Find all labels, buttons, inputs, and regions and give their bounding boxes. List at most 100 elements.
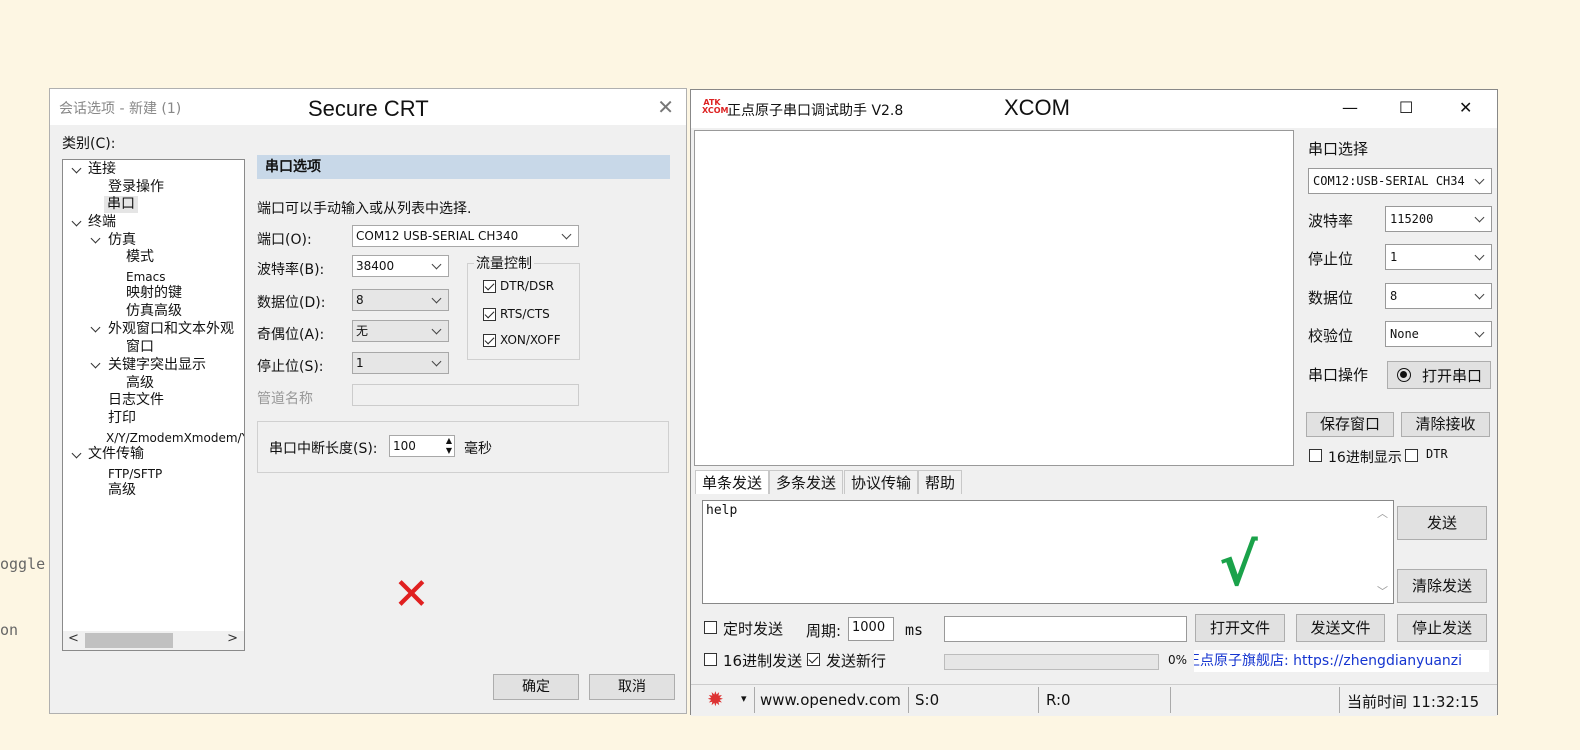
tree-item-connection[interactable]: 连接 <box>88 161 116 178</box>
tab-single-send[interactable]: 单条发送 <box>695 470 770 494</box>
send-button[interactable]: 发送 <box>1397 506 1487 540</box>
tree-item-emulation[interactable]: 仿真 <box>108 232 136 249</box>
tree-item-log-file[interactable]: 日志文件 <box>108 392 164 409</box>
scroll-left-icon[interactable]: < <box>68 631 79 646</box>
chevron-down-icon <box>431 293 442 304</box>
scroll-down-icon[interactable]: ﹀ <box>1377 583 1388 599</box>
scroll-right-icon[interactable]: > <box>227 631 238 646</box>
tree-item-advanced-2[interactable]: 高级 <box>108 482 136 499</box>
flow-control-group: 流量控制 DTR/DSR RTS/CTS XON/XOFF <box>467 253 580 360</box>
hex-display-checkbox[interactable] <box>1309 449 1322 462</box>
green-check-mark: √ <box>1219 531 1258 599</box>
parity-select[interactable]: 无 <box>352 320 449 342</box>
maximize-icon[interactable]: ☐ <box>1399 98 1413 117</box>
ok-button[interactable]: 确定 <box>493 674 579 700</box>
tree-item-xyzmodem[interactable]: X/Y/ZmodemXmodem/Y <box>106 430 244 447</box>
xcom-titlebar: ATK XCOM 正点原子串口调试助手 V2.8 XCOM — ☐ ✕ <box>691 90 1497 128</box>
gear-icon[interactable]: ✹ <box>707 687 724 711</box>
background-text-fragment: oggle <box>0 555 46 573</box>
scrollbar-thumb[interactable] <box>85 633 173 648</box>
databit-select[interactable]: 8 <box>1385 283 1492 309</box>
red-x-mark: ✕ <box>393 569 430 620</box>
chevron-down-icon[interactable] <box>71 216 82 227</box>
sent-count: S:0 <box>915 691 940 709</box>
tree-item-appearance[interactable]: 外观窗口和文本外观 <box>108 321 234 338</box>
com-port-select[interactable]: COM12:USB-SERIAL CH34 <box>1308 168 1492 194</box>
period-input[interactable]: 1000 <box>848 617 894 641</box>
baud-value: 38400 <box>356 259 395 273</box>
dtr-dsr-checkbox[interactable] <box>483 280 496 293</box>
com-port-value: COM12:USB-SERIAL CH34 <box>1313 174 1465 188</box>
hex-send-checkbox[interactable] <box>704 653 717 666</box>
chevron-down-icon[interactable] <box>90 233 101 244</box>
website-link[interactable]: www.openedv.com <box>760 691 901 709</box>
rts-cts-checkbox[interactable] <box>483 308 496 321</box>
tree-item-mapped-keys[interactable]: 映射的键 <box>126 285 182 302</box>
tree-item-logon-actions[interactable]: 登录操作 <box>108 179 164 196</box>
databit-label: 数据位 <box>1308 289 1354 307</box>
receive-area[interactable] <box>694 130 1294 466</box>
category-tree[interactable]: 连接 登录操作 串口 终端 仿真 模式 Emacs 映射的键 仿真高级 外观窗口… <box>62 159 245 651</box>
hex-display-label: 16进制显示 <box>1328 450 1402 466</box>
dtr-checkbox[interactable] <box>1405 449 1418 462</box>
tree-item-advanced[interactable]: 高级 <box>126 375 154 392</box>
close-icon[interactable]: ✕ <box>1459 98 1472 117</box>
chevron-down-icon[interactable] <box>90 322 101 333</box>
stop-send-button[interactable]: 停止发送 <box>1397 614 1487 642</box>
dropdown-arrow-icon[interactable]: ▾ <box>741 692 747 705</box>
tree-item-serial[interactable]: 串口 <box>104 196 138 213</box>
tree-item-keyword-highlighting[interactable]: 关键字突出显示 <box>108 357 206 374</box>
file-path-input[interactable] <box>944 616 1187 642</box>
tab-multi-send[interactable]: 多条发送 <box>769 470 844 494</box>
cancel-button[interactable]: 取消 <box>589 674 675 700</box>
section-header: 串口选项 <box>257 155 670 179</box>
tree-item-printing[interactable]: 打印 <box>108 410 136 427</box>
tree-item-emacs[interactable]: Emacs <box>126 269 165 286</box>
stopbits-label: 停止位(S): <box>257 359 324 375</box>
pipe-name-input[interactable] <box>352 384 579 406</box>
chevron-down-icon[interactable] <box>71 448 82 459</box>
store-link[interactable]: 正点原子旗舰店: https://zhengdianyuanzi <box>1194 650 1489 672</box>
tree-item-emulation-advanced[interactable]: 仿真高级 <box>126 303 182 320</box>
tab-help[interactable]: 帮助 <box>918 470 963 494</box>
stopbit-select[interactable]: 1 <box>1385 244 1492 270</box>
tree-item-terminal[interactable]: 终端 <box>88 214 116 231</box>
port-value: COM12 USB-SERIAL CH340 <box>356 229 519 243</box>
baud-select[interactable]: 115200 <box>1385 206 1492 232</box>
minimize-icon[interactable]: — <box>1342 98 1358 117</box>
stopbits-select[interactable]: 1 <box>352 352 449 374</box>
open-port-label: 打开串口 <box>1422 367 1483 385</box>
chevron-down-icon[interactable] <box>90 358 101 369</box>
scroll-up-icon[interactable]: ︿ <box>1377 505 1388 521</box>
tab-protocol-transfer[interactable]: 协议传输 <box>844 470 919 494</box>
send-text-area[interactable]: help ︿ ﹀ <box>702 500 1394 604</box>
send-file-button[interactable]: 发送文件 <box>1296 614 1385 642</box>
port-select[interactable]: COM12 USB-SERIAL CH340 <box>352 225 579 247</box>
baud-select[interactable]: 38400 <box>352 255 449 277</box>
break-length-spinner[interactable]: 100 ▲ ▼ <box>389 435 455 457</box>
chevron-down-icon[interactable] <box>71 163 82 174</box>
horizontal-scrollbar[interactable]: < > <box>63 631 244 650</box>
databits-select[interactable]: 8 <box>352 289 449 311</box>
xon-xoff-checkbox[interactable] <box>483 334 496 347</box>
tree-item-file-transfer[interactable]: 文件传输 <box>88 446 144 463</box>
chevron-down-icon <box>1474 212 1485 223</box>
clear-receive-button[interactable]: 清除接收 <box>1401 412 1490 437</box>
stopbit-value: 1 <box>1390 250 1398 264</box>
save-window-button[interactable]: 保存窗口 <box>1306 412 1394 437</box>
spinner-arrows-icon[interactable]: ▲ ▼ <box>446 436 452 456</box>
open-file-button[interactable]: 打开文件 <box>1195 614 1285 642</box>
tree-item-window[interactable]: 窗口 <box>126 339 154 356</box>
open-port-button[interactable]: 打开串口 <box>1387 361 1491 389</box>
break-length-value: 100 <box>393 439 416 453</box>
clear-send-button[interactable]: 清除发送 <box>1397 569 1487 603</box>
send-newline-checkbox[interactable] <box>807 653 820 666</box>
break-length-group: 串口中断长度(S): 100 ▲ ▼ 毫秒 <box>257 421 669 473</box>
chevron-down-icon <box>1474 250 1485 261</box>
timed-send-checkbox[interactable] <box>704 621 717 634</box>
parity-select[interactable]: None <box>1385 321 1492 347</box>
port-select-label: 串口选择 <box>1308 140 1369 158</box>
tree-item-ftp-sftp[interactable]: FTP/SFTP <box>108 466 162 483</box>
close-icon[interactable]: ✕ <box>657 95 674 119</box>
tree-item-modes[interactable]: 模式 <box>126 249 154 266</box>
